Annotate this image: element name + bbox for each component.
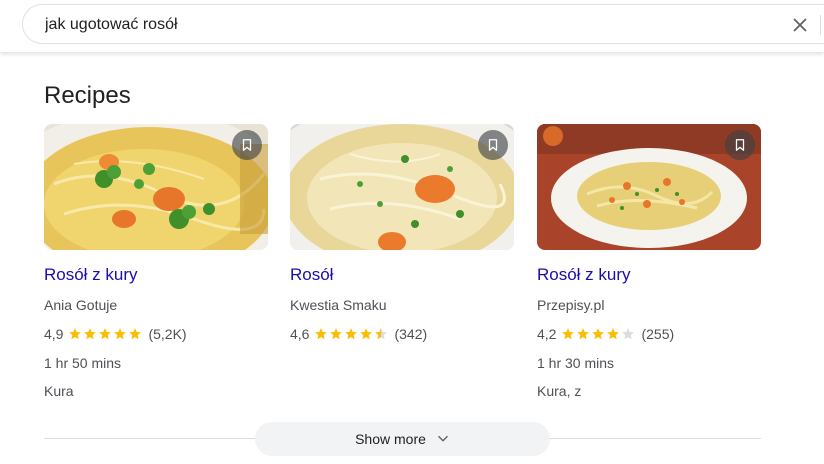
rating-value: 4,6 [290, 326, 310, 342]
search-input[interactable] [45, 14, 745, 36]
rating-row: 4,6 (342) [290, 326, 427, 342]
star-rating [68, 327, 143, 341]
star-rating [314, 327, 389, 341]
recipe-source: Ania Gotuje [44, 297, 118, 313]
star-icon [84, 328, 97, 340]
ingredients: Kura [44, 383, 74, 399]
star-icon [69, 328, 82, 340]
chevron-down-icon [438, 435, 448, 442]
star-icon [345, 328, 358, 340]
recipe-card[interactable]: Rosół z kury Ania Gotuje 4,9 (5,2K) 1 hr… [44, 124, 268, 399]
recipe-image[interactable] [290, 124, 514, 250]
recipe-image[interactable] [44, 124, 268, 250]
rating-row: 4,2 (255) [537, 326, 674, 342]
rating-row: 4,9 (5,2K) [44, 326, 187, 342]
star-rating [561, 327, 636, 341]
star-icon [99, 328, 112, 340]
recipe-image[interactable] [537, 124, 761, 250]
star-icon [592, 328, 605, 340]
review-count: (342) [394, 326, 428, 342]
bookmark-icon [242, 139, 252, 151]
star-icon [375, 328, 388, 340]
section-title: Recipes [44, 82, 131, 109]
ingredients: Kura, z [537, 383, 582, 399]
show-more-button[interactable]: Show more [255, 422, 550, 456]
star-icon [114, 328, 127, 340]
search-header [0, 0, 824, 52]
bookmark-icon [735, 139, 745, 151]
search-divider [820, 15, 821, 35]
recipe-title[interactable]: Rosół z kury [44, 265, 138, 285]
recipe-title[interactable]: Rosół z kury [537, 265, 631, 285]
search-box[interactable] [22, 4, 824, 44]
recipe-source: Kwestia Smaku [290, 297, 387, 313]
star-icon [315, 328, 328, 340]
star-icon [622, 328, 635, 340]
bookmark-button[interactable] [232, 130, 262, 160]
review-count: (255) [641, 326, 675, 342]
recipe-title[interactable]: Rosół [290, 265, 333, 285]
star-icon [360, 328, 373, 340]
recipe-card[interactable]: Rosół z kury Przepisy.pl 4,2 (255) 1 hr … [537, 124, 761, 399]
star-icon [129, 328, 142, 340]
bookmark-icon [488, 139, 498, 151]
cook-time: 1 hr 30 mins [537, 355, 615, 371]
star-icon [330, 328, 343, 340]
recipe-card[interactable]: Rosół Kwestia Smaku 4,6 (342) [290, 124, 514, 342]
rating-value: 4,9 [44, 326, 64, 342]
recipe-source: Przepisy.pl [537, 297, 605, 313]
cook-time: 1 hr 50 mins [44, 355, 122, 371]
close-icon[interactable] [789, 14, 811, 36]
rating-value: 4,2 [537, 326, 557, 342]
review-count: (5,2K) [148, 326, 187, 342]
show-more-label: Show more [355, 431, 426, 447]
bookmark-button[interactable] [478, 130, 508, 160]
star-icon [577, 328, 590, 340]
star-icon [607, 328, 620, 340]
bookmark-button[interactable] [725, 130, 755, 160]
star-icon [562, 328, 575, 340]
